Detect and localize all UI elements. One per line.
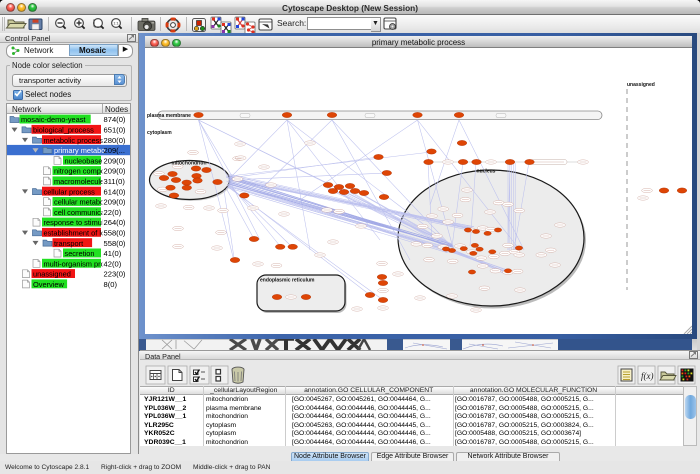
svg-text:cellular metabol: cellular metabol: [54, 198, 106, 207]
svg-text:874(0): 874(0): [104, 115, 126, 124]
svg-text:651(0): 651(0): [104, 126, 126, 135]
svg-text:264(0): 264(0): [104, 218, 126, 227]
svg-text:558(0): 558(0): [104, 229, 126, 238]
svg-text:f(x): f(x): [641, 371, 654, 381]
svg-text:8(0): 8(0): [104, 280, 118, 289]
svg-text:209(0): 209(0): [104, 167, 126, 176]
svg-text:311(0): 311(0): [104, 177, 126, 186]
svg-text:nucleus: nucleus: [477, 169, 496, 175]
svg-text:209(0): 209(0): [104, 156, 126, 165]
svg-text:biological_process: biological_process: [33, 126, 94, 135]
svg-text:macromolecule: macromolecule: [54, 177, 104, 186]
svg-text:metabolic process: metabolic process: [44, 136, 104, 145]
svg-text:response to stimulu: response to stimulu: [44, 218, 108, 227]
svg-text:unassigned: unassigned: [33, 270, 71, 279]
svg-text:mosaic-demo-yeast: mosaic-demo-yeast: [21, 115, 85, 124]
svg-text:transport: transport: [54, 239, 83, 248]
svg-text:cellular process: cellular process: [44, 187, 96, 196]
svg-text:22(0): 22(0): [104, 208, 122, 217]
svg-text:42(0): 42(0): [104, 259, 122, 268]
svg-text:614(0): 614(0): [104, 187, 126, 196]
svg-text:280(0): 280(0): [104, 136, 126, 145]
svg-text:209(...: 209(...: [104, 146, 126, 155]
svg-text:plasma membrane: plasma membrane: [147, 113, 191, 119]
svg-text:cell communicat: cell communicat: [54, 208, 107, 217]
svg-text:endoplasmic reticulum: endoplasmic reticulum: [260, 278, 315, 284]
svg-text:209(0): 209(0): [104, 198, 126, 207]
svg-text:secretion: secretion: [65, 249, 95, 258]
svg-text:mitochondrion: mitochondrion: [172, 161, 207, 167]
svg-text:multi-organism pro: multi-organism pro: [44, 259, 105, 268]
svg-text:establishment of lo: establishment of lo: [44, 229, 106, 238]
svg-text:558(0): 558(0): [104, 239, 126, 248]
svg-text:nitrogen compo: nitrogen compo: [54, 167, 105, 176]
svg-text:Overview: Overview: [33, 280, 64, 289]
svg-text:unassigned: unassigned: [627, 82, 655, 88]
svg-text:nucleobase-: nucleobase-: [65, 156, 106, 165]
svg-text:primary metabo: primary metabo: [54, 146, 105, 155]
svg-text:41(0): 41(0): [104, 249, 122, 258]
svg-text:223(0): 223(0): [104, 270, 126, 279]
svg-text:cytoplasm: cytoplasm: [147, 130, 172, 136]
